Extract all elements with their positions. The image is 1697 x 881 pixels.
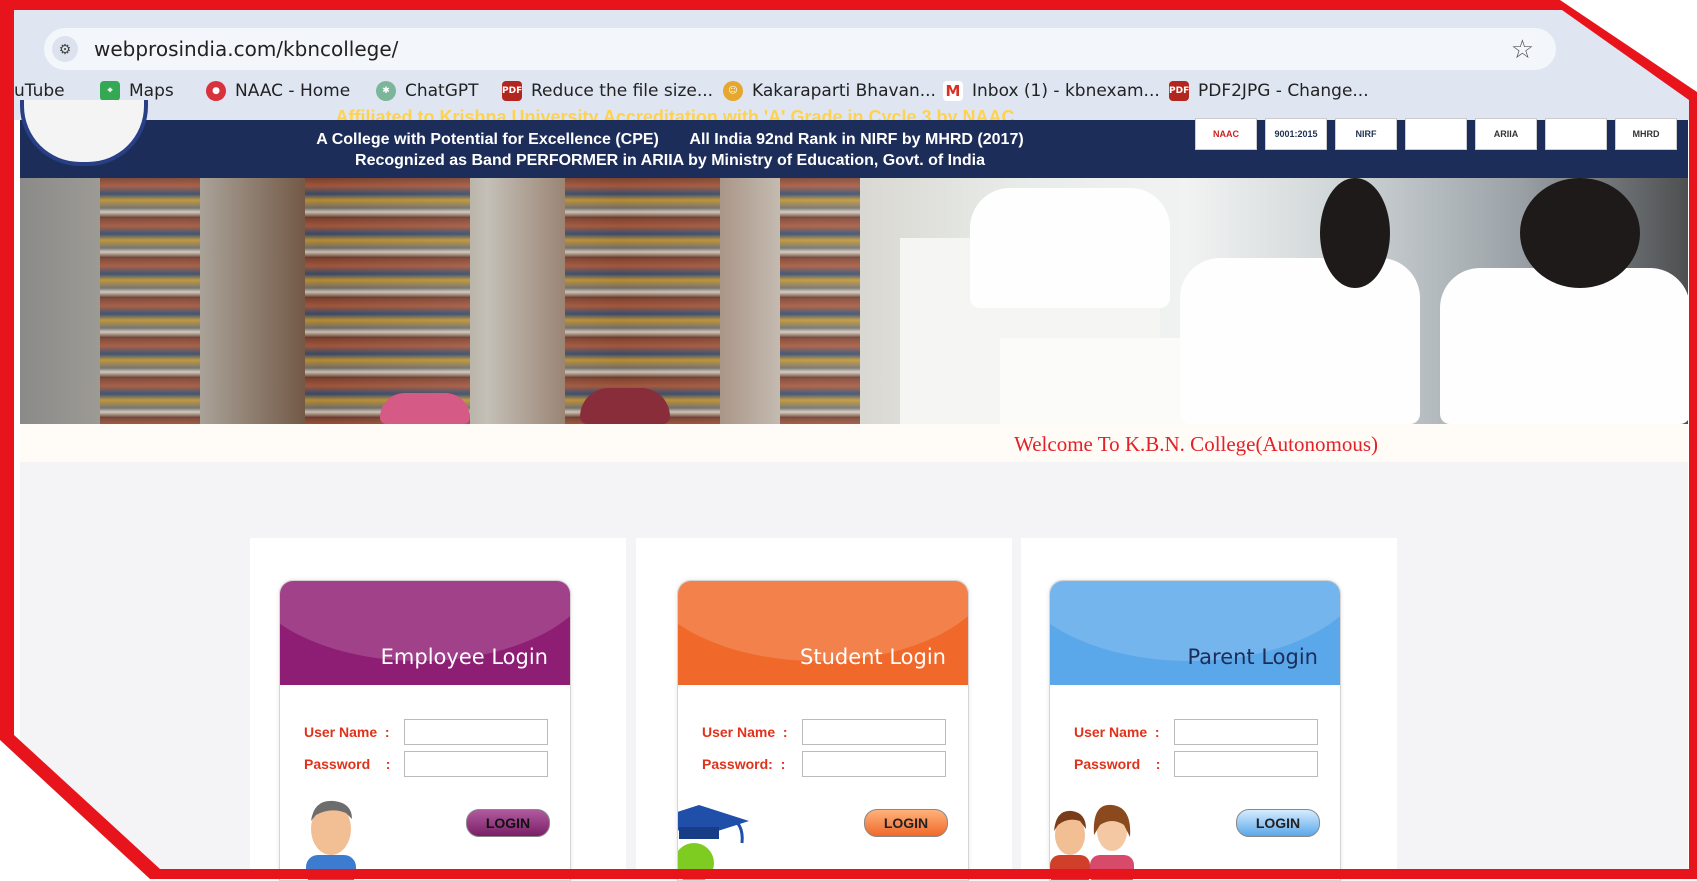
username-label: User Name : [304, 724, 390, 740]
password-label: Password : [1074, 756, 1161, 772]
parent-login-card: Parent Login User Name : Password : LOGI… [1049, 580, 1341, 881]
bookmark-naac[interactable]: ● NAAC - Home [206, 78, 350, 104]
bookmark-label: Reduce the file size... [531, 81, 714, 101]
header-line-2: A College with Potential for Excellence … [316, 131, 1024, 148]
bookmark-kakaraparti[interactable]: ☺ Kakaraparti Bhavan... [723, 78, 936, 104]
autonomous-logo [1405, 118, 1467, 150]
address-bar[interactable]: ⚙ webprosindia.com/kbncollege/ ☆ [44, 28, 1556, 70]
bookmark-chatgpt[interactable]: ✱ ChatGPT [376, 78, 479, 104]
maps-icon: ⌖ [100, 81, 120, 101]
bookmark-label: ChatGPT [405, 81, 479, 101]
bookmark-label: PDF2JPG - Change... [1198, 81, 1369, 101]
header-line-1: Affiliated to Krishna University Accredi… [335, 107, 1015, 120]
username-label: User Name : [702, 724, 788, 740]
bookmark-label: NAAC - Home [235, 81, 351, 101]
username-field[interactable] [802, 719, 946, 745]
card-title: Student Login [800, 645, 946, 669]
pdf-icon: PDF [1169, 81, 1189, 101]
chatgpt-icon: ✱ [376, 81, 396, 101]
student-login-card: Student Login User Name : Password: : LO… [677, 580, 969, 881]
gmail-icon: M [943, 81, 963, 101]
bookmark-label: Maps [129, 81, 174, 101]
password-label: Password: : [702, 756, 786, 772]
student-login-button[interactable]: LOGIN [864, 809, 948, 837]
bookmark-label: Inbox (1) - kbnexam... [972, 81, 1160, 101]
parent-login-button[interactable]: LOGIN [1236, 809, 1320, 837]
password-field[interactable] [1174, 751, 1318, 777]
bookmark-label: Kakaraparti Bhavan... [752, 81, 936, 101]
card-title: Employee Login [380, 645, 548, 669]
username-field[interactable] [1174, 719, 1318, 745]
nirf-logo: NIRF [1335, 118, 1397, 150]
employee-avatar-icon [306, 800, 356, 880]
bookmark-gmail[interactable]: M Inbox (1) - kbnexam... [943, 78, 1160, 104]
password-field[interactable] [404, 751, 548, 777]
username-field[interactable] [404, 719, 548, 745]
bookmark-label: uTube [14, 81, 65, 101]
student-graduate-icon [678, 805, 749, 880]
ariia-logo: ARIIA [1475, 118, 1537, 150]
pdf-icon: PDF [502, 81, 522, 101]
bookmark-pdf2jpg[interactable]: PDF PDF2JPG - Change... [1169, 78, 1369, 104]
banner-photo [20, 178, 1690, 424]
welcome-bar: Welcome To K.B.N. College(Autonomous) [20, 424, 1688, 463]
site-icon: ☺ [723, 81, 743, 101]
card-header: Parent Login [1050, 581, 1340, 685]
naac-icon: ● [206, 81, 226, 101]
employee-login-button[interactable]: LOGIN [466, 809, 550, 837]
mhrd-logo: MHRD [1615, 118, 1677, 150]
password-field[interactable] [802, 751, 946, 777]
accreditation-logos: NAAC 9001:2015 NIRF ARIIA MHRD [1195, 118, 1677, 150]
card-header: Employee Login [280, 581, 570, 685]
password-label: Password : [304, 756, 391, 772]
bookmark-reduce-file[interactable]: PDF Reduce the file size... [502, 78, 713, 104]
site-info-icon[interactable]: ⚙ [52, 36, 78, 62]
header-line-3: Recognized as Band PERFORMER in ARIIA by… [355, 152, 985, 169]
card-header: Student Login [678, 581, 968, 685]
url-text[interactable]: webprosindia.com/kbncollege/ [94, 37, 398, 61]
card-title: Parent Login [1187, 645, 1318, 669]
username-label: User Name : [1074, 724, 1160, 740]
iso-logo: 9001:2015 [1265, 118, 1327, 150]
recognition-logo [1545, 118, 1607, 150]
parents-icon [1050, 804, 1134, 880]
bookmark-star-icon[interactable]: ☆ [1511, 34, 1534, 65]
welcome-text: Welcome To K.B.N. College(Autonomous) [1014, 432, 1378, 456]
naac-logo: NAAC [1195, 118, 1257, 150]
employee-login-card: Employee Login User Name : Password : LO… [279, 580, 571, 881]
